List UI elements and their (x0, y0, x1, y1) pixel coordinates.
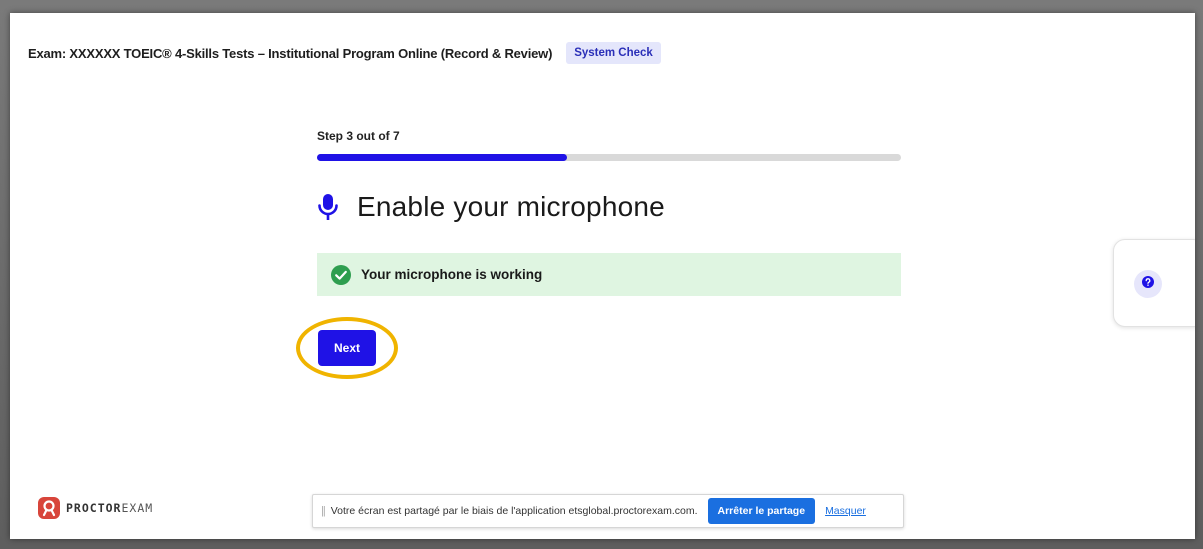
proctorexam-logo-icon (38, 497, 60, 519)
check-circle-icon (331, 264, 351, 285)
exam-page: Exam: XXXXXX TOEIC® 4-Skills Tests – Ins… (10, 13, 1195, 539)
logo-text-thin: EXAM (121, 501, 154, 515)
step-content: Step 3 out of 7 Enable your microphone Y… (317, 129, 901, 296)
drag-handle-icon[interactable]: || (321, 505, 326, 517)
status-text: Your microphone is working (361, 267, 543, 282)
step-progress-bar (317, 154, 901, 161)
step-label: Step 3 out of 7 (317, 129, 400, 143)
stop-sharing-button[interactable]: Arrêter le partage (707, 498, 816, 524)
next-button-area: Next (296, 317, 398, 379)
screen-share-bar: || Votre écran est partagé par le biais … (312, 494, 904, 528)
system-check-badge: System Check (566, 42, 661, 64)
exam-header: Exam: XXXXXX TOEIC® 4-Skills Tests – Ins… (28, 42, 661, 64)
next-button[interactable]: Next (318, 330, 376, 366)
proctorexam-logo: PROCTOREXAM (38, 497, 153, 519)
logo-text-bold: PROCTOR (66, 501, 122, 515)
microphone-status-message: Your microphone is working (317, 253, 901, 296)
help-button[interactable] (1134, 270, 1162, 298)
window-frame: Exam: XXXXXX TOEIC® 4-Skills Tests – Ins… (0, 0, 1203, 549)
exam-title: Exam: XXXXXX TOEIC® 4-Skills Tests – Ins… (28, 45, 553, 61)
question-icon (1142, 275, 1154, 293)
page-heading: Enable your microphone (357, 191, 665, 222)
step-progress-fill (317, 154, 568, 161)
screen-share-message: Votre écran est partagé par le biais de … (330, 505, 698, 517)
heading-row: Enable your microphone (317, 191, 901, 223)
help-panel (1113, 239, 1195, 327)
hide-link[interactable]: Masquer (825, 505, 866, 517)
logo-text: PROCTOREXAM (66, 501, 153, 515)
microphone-icon (317, 192, 339, 222)
